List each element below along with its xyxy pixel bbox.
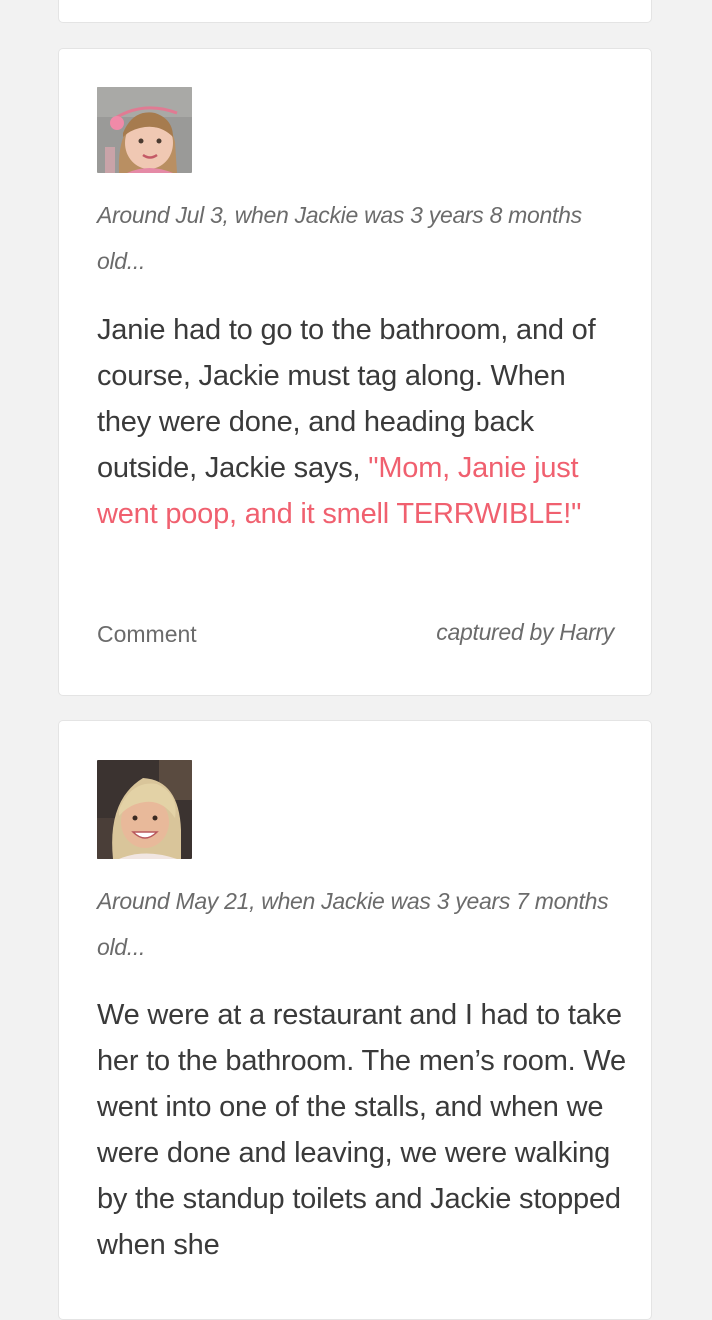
captured-by-label: captured by Harry	[436, 619, 614, 645]
story-text: We were at a restaurant and I had to tak…	[97, 999, 626, 1261]
previous-moment-card	[58, 0, 652, 23]
child-avatar	[97, 87, 192, 173]
moment-card: Around May 21, when Jackie was 3 years 7…	[58, 720, 652, 1320]
moment-context: Around Jul 3, when Jackie was 3 years 8 …	[97, 202, 582, 274]
moment-story: Janie had to go to the bathroom, and of …	[97, 307, 627, 537]
child-avatar	[97, 760, 192, 859]
moment-story: We were at a restaurant and I had to tak…	[97, 992, 627, 1268]
moment-context: Around May 21, when Jackie was 3 years 7…	[97, 888, 609, 960]
comment-link[interactable]: Comment	[97, 621, 197, 648]
moment-card: Around Jul 3, when Jackie was 3 years 8 …	[58, 48, 652, 696]
